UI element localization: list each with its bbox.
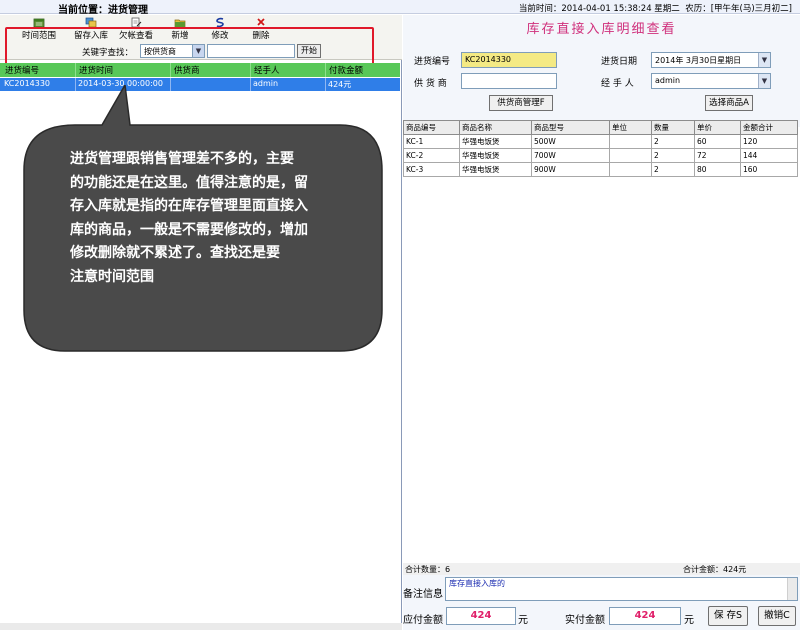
horizontal-scrollbar[interactable] bbox=[0, 623, 402, 630]
paid-label: 实付金额 bbox=[565, 615, 605, 626]
col-handler[interactable]: 经手人 bbox=[254, 64, 280, 76]
payment-bar: 应付金额 424 元 实付金额 424 元 保 存S 撤销C bbox=[403, 605, 800, 630]
goods-table: 商品编号 商品名称 商品型号 单位 数量 单价 金额合计 KC-1 华强电饭煲 … bbox=[403, 120, 798, 177]
datetime-status: 当前时间：2014-04-01 15:38:24 星期二 农历：[甲午年(马)三… bbox=[518, 4, 792, 14]
table-row[interactable]: KC-3 华强电饭煲 900W 2 80 160 bbox=[403, 162, 798, 177]
col-unit[interactable]: 单位 bbox=[609, 120, 652, 135]
paid-amount-field[interactable]: 424 bbox=[609, 607, 681, 625]
date-picker[interactable]: 2014年 3月30日星期日 ▼ bbox=[651, 52, 771, 68]
order-no-label: 进货编号 bbox=[414, 57, 451, 67]
supplier-label: 供 货 商 bbox=[414, 79, 447, 89]
table-row[interactable]: KC-2 华强电饭煲 700W 2 72 144 bbox=[403, 148, 798, 163]
col-goods-name[interactable]: 商品名称 bbox=[459, 120, 532, 135]
col-purchase-time[interactable]: 进货时间 bbox=[79, 64, 113, 76]
remarks-scrollbar[interactable] bbox=[787, 578, 797, 600]
date-label: 进货日期 bbox=[601, 57, 638, 67]
callout-text: 进货管理跟销售管理差不多的，主要 的功能还是在这里。值得注意的是，留 存入库就是… bbox=[70, 151, 308, 285]
col-goods-model[interactable]: 商品型号 bbox=[531, 120, 610, 135]
save-button[interactable]: 保 存S bbox=[708, 606, 748, 626]
totals-bar: 合计数量：6 合计金额：424元 bbox=[403, 563, 800, 575]
col-supplier[interactable]: 供货商 bbox=[174, 64, 200, 76]
remarks-section: 备注信息 库存直接入库的 bbox=[403, 575, 800, 605]
col-quantity[interactable]: 数量 bbox=[651, 120, 695, 135]
handler-select[interactable]: admin ▼ bbox=[651, 73, 771, 89]
payable-amount-field[interactable]: 424 bbox=[446, 607, 516, 625]
purchase-grid-header: 进货编号 进货时间 供货商 经手人 付款金额 bbox=[0, 63, 400, 77]
handler-label: 经 手 人 bbox=[601, 79, 634, 89]
table-row[interactable]: KC-1 华强电饭煲 500W 2 60 120 bbox=[403, 134, 798, 149]
cancel-button[interactable]: 撤销C bbox=[758, 606, 796, 626]
payable-label: 应付金额 bbox=[403, 615, 443, 626]
total-quantity: 合计数量：6 bbox=[405, 565, 451, 574]
page-location: 当前位置：进货管理 bbox=[58, 5, 148, 16]
top-bar: 当前位置：进货管理 当前时间：2014-04-01 15:38:24 星期二 农… bbox=[0, 0, 800, 16]
goods-table-header: 商品编号 商品名称 商品型号 单位 数量 单价 金额合计 bbox=[403, 120, 798, 135]
detail-title: 库存直接入库明细查看 bbox=[403, 15, 800, 49]
total-amount: 合计金额：424元 bbox=[683, 565, 747, 574]
detail-pane: 库存直接入库明细查看 进货编号 KC2014330 进货日期 2014年 3月3… bbox=[403, 15, 800, 630]
chevron-down-icon: ▼ bbox=[758, 53, 770, 67]
order-no-field[interactable]: KC2014330 bbox=[461, 52, 557, 68]
col-goods-no[interactable]: 商品编号 bbox=[403, 120, 460, 135]
col-total[interactable]: 金额合计 bbox=[740, 120, 798, 135]
col-order-no[interactable]: 进货编号 bbox=[5, 64, 39, 76]
detail-form: 进货编号 KC2014330 进货日期 2014年 3月30日星期日 ▼ 供 货… bbox=[403, 49, 800, 127]
chevron-down-icon: ▼ bbox=[758, 74, 770, 88]
col-unit-price[interactable]: 单价 bbox=[694, 120, 741, 135]
choose-goods-button[interactable]: 选择商品A bbox=[705, 95, 753, 111]
paid-unit: 元 bbox=[684, 615, 694, 626]
col-payment[interactable]: 付款金额 bbox=[329, 64, 363, 76]
supplier-management-button[interactable]: 供货商管理F bbox=[489, 95, 553, 111]
supplier-field[interactable] bbox=[461, 73, 557, 89]
remarks-label: 备注信息 bbox=[403, 589, 443, 600]
remarks-textarea[interactable]: 库存直接入库的 bbox=[445, 577, 798, 601]
payable-unit: 元 bbox=[518, 615, 528, 626]
